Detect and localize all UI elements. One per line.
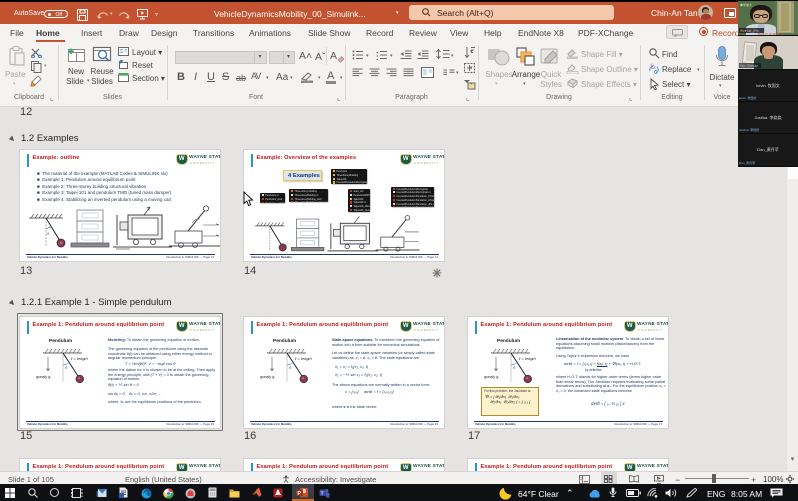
svg-text:ℓ = length: ℓ = length [70, 356, 89, 361]
svg-text:ℓ = length: ℓ = length [518, 356, 537, 361]
svg-text:θ: θ [513, 365, 516, 370]
svg-text:gravity g: gravity g [36, 375, 51, 379]
svg-text:θ: θ [65, 365, 68, 370]
svg-text:gravity g: gravity g [260, 375, 275, 379]
svg-text:gravity g: gravity g [484, 375, 499, 379]
svg-text:Pendulum: Pendulum [497, 338, 520, 344]
svg-text:θ: θ [47, 231, 50, 236]
svg-text:P: P [297, 491, 301, 497]
svg-text:Pendulum: Pendulum [273, 338, 296, 344]
svg-text:Pendulum: Pendulum [49, 338, 72, 344]
svg-text:θ: θ [289, 365, 292, 370]
svg-text:T: T [321, 490, 324, 496]
svg-text:ℓ = length: ℓ = length [294, 356, 313, 361]
